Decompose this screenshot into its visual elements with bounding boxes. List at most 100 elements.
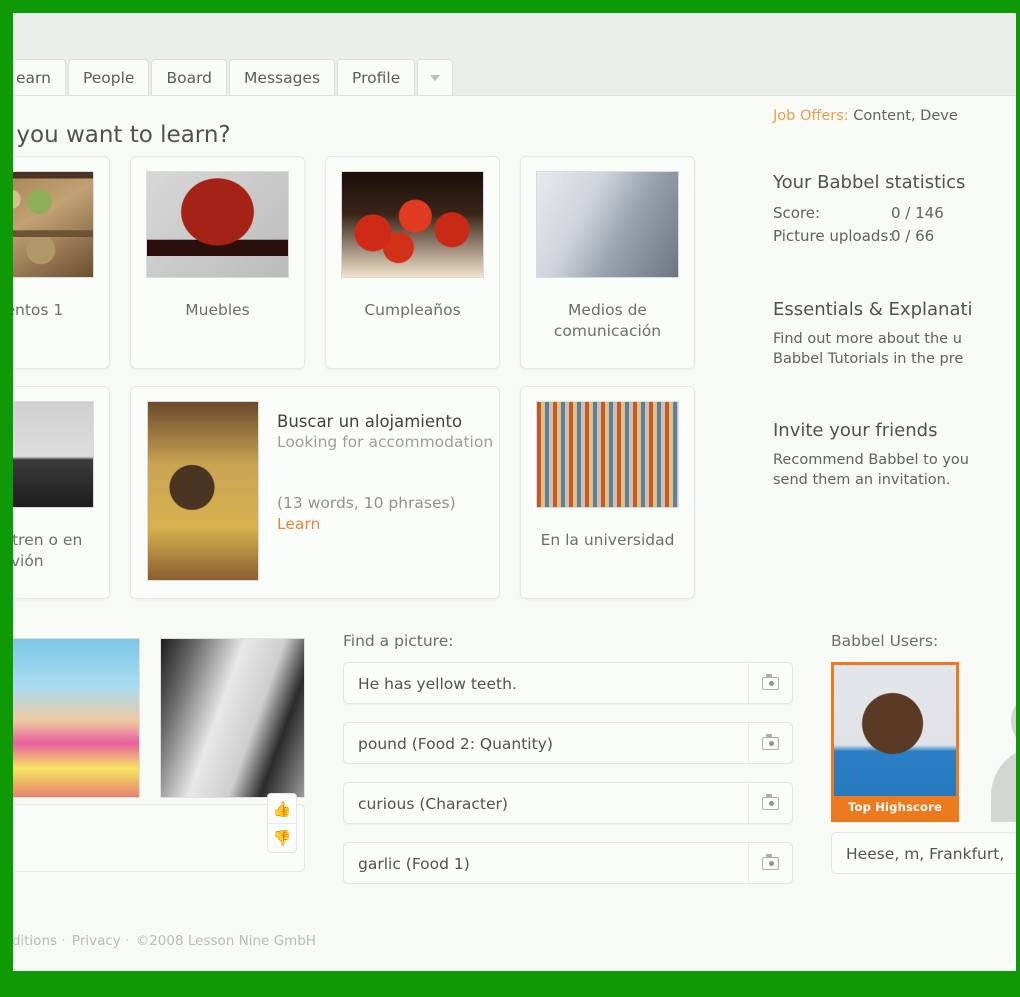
lesson-thumbnail — [147, 401, 259, 581]
navigation-tab-bar: earn People Board Messages Profile — [13, 51, 1016, 96]
find-picture-text: pound (Food 2: Quantity) — [358, 735, 553, 753]
lesson-card-row: limentos 1 Muebles Cumpleaños Medios de … — [13, 156, 745, 369]
essentials-line-1: Find out more about the u — [773, 330, 962, 347]
lesson-card-title: En la universidad — [540, 531, 675, 549]
page-title: o you want to learn? — [13, 122, 231, 148]
lesson-card-medios[interactable]: Medios de comunicación — [520, 156, 695, 369]
find-picture-row[interactable]: pound (Food 2: Quantity) — [343, 722, 793, 764]
essentials-block: Essentials & Explanati Find out more abo… — [773, 299, 1016, 370]
tab-people[interactable]: People — [67, 59, 150, 95]
green-border-frame: earn People Board Messages Profile o you… — [0, 0, 1020, 997]
gallery-rating-bar: 👍 👎 — [13, 793, 305, 872]
lesson-thumbnail — [536, 171, 679, 278]
chevron-down-icon — [430, 75, 441, 81]
find-picture-row[interactable]: curious (Character) — [343, 782, 793, 824]
rating-buttons: 👍 👎 — [267, 793, 297, 853]
tab-label: Board — [166, 69, 213, 87]
thumbs-up-icon[interactable]: 👍 — [268, 794, 296, 823]
find-picture-text: He has yellow teeth. — [358, 675, 517, 693]
lesson-card-muebles[interactable]: Muebles — [130, 156, 305, 369]
gallery-image[interactable] — [13, 638, 140, 798]
camera-button[interactable] — [748, 723, 792, 763]
essentials-line-2: Babbel Tutorials in the pre — [773, 351, 964, 368]
statistics-title: Your Babbel statistics — [773, 172, 966, 193]
essentials-title: Essentials & Explanati — [773, 298, 973, 320]
footer-copyright: ©2008 Lesson Nine GmbH — [135, 933, 316, 949]
lesson-thumbnail — [13, 171, 94, 278]
tab-overflow-dropdown[interactable] — [417, 59, 454, 95]
featured-title: Buscar un alojamiento — [277, 412, 463, 431]
stat-value: 0 / 66 — [891, 227, 935, 246]
find-picture-text: curious (Character) — [358, 795, 508, 813]
lesson-thumbnail — [536, 401, 679, 508]
footer-separator: · — [125, 933, 130, 949]
main-content: o you want to learn? limentos 1 Muebles … — [13, 96, 1016, 971]
find-picture-text: garlic (Food 1) — [358, 855, 470, 873]
invite-title: Invite your friends — [773, 419, 938, 441]
footer-link-terms[interactable]: onditions — [13, 933, 57, 949]
camera-button[interactable] — [748, 783, 792, 823]
user-name-label: Heese, m, Frankfurt, — [831, 832, 1016, 874]
lesson-thumbnail — [146, 171, 289, 278]
find-a-picture-label: Find a picture: — [343, 632, 454, 650]
status-badge: Top Highscore — [834, 796, 956, 819]
user-silhouette-icon[interactable] — [977, 662, 1016, 822]
invite-line-1: Recommend Babbel to you — [773, 451, 969, 468]
tab-board[interactable]: Board — [151, 59, 228, 95]
lesson-card-title: Medios de comunicación — [553, 301, 662, 340]
picture-gallery: 👍 👎 — [13, 638, 305, 872]
statistics-block: Your Babbel statistics Score: 0 / 146 Pi… — [773, 172, 1016, 249]
lesson-card-row: jar en tren o en avión Buscar un alojami… — [13, 386, 745, 599]
stat-key: Picture uploads: — [773, 227, 894, 246]
silhouette-body — [991, 746, 1016, 822]
camera-icon — [762, 854, 779, 870]
find-a-picture-panel: Find a picture: He has yellow teeth. pou… — [343, 632, 793, 902]
babbel-users-panel: Babbel Users: Top Highscore Heese, m, Fr… — [831, 632, 1016, 874]
lesson-card-cumpleanos[interactable]: Cumpleaños — [325, 156, 500, 369]
lesson-card-title: jar en tren o en avión — [13, 531, 83, 570]
lesson-card-title: Cumpleaños — [364, 301, 461, 319]
lesson-card-viajar[interactable]: jar en tren o en avión — [13, 386, 110, 599]
camera-icon — [762, 674, 779, 690]
tab-label: earn — [16, 69, 51, 87]
job-offers-body[interactable]: Content, Deve — [853, 108, 957, 124]
tab-label: People — [82, 69, 135, 87]
silhouette-head — [1011, 692, 1016, 750]
lesson-card-grid: limentos 1 Muebles Cumpleaños Medios de … — [13, 156, 745, 616]
top-user-avatar[interactable]: Top Highscore — [831, 662, 959, 822]
tab-learn[interactable]: earn — [13, 59, 66, 95]
lesson-card-featured[interactable]: Buscar un alojamiento Looking for accomm… — [130, 386, 500, 599]
lesson-thumbnail — [341, 171, 484, 278]
lesson-card-title: limentos 1 — [13, 301, 64, 319]
statistics-row-uploads: Picture uploads: 0 / 66 — [773, 225, 1016, 248]
job-offers-label: Job Offers: — [773, 108, 849, 124]
babbel-users-label: Babbel Users: — [831, 632, 939, 650]
tab-profile[interactable]: Profile — [337, 59, 416, 95]
learn-link[interactable]: Learn — [277, 515, 493, 533]
gallery-image[interactable] — [160, 638, 305, 798]
tab-label: Profile — [352, 69, 401, 87]
statistics-row-score: Score: 0 / 146 — [773, 202, 1016, 225]
featured-word-count: (13 words, 10 phrases) — [277, 494, 456, 513]
footer-link-privacy[interactable]: Privacy — [72, 933, 121, 949]
right-sidebar: Job Offers: Content, Deve Your Babbel st… — [773, 108, 1016, 541]
footer-separator: · — [61, 933, 66, 949]
tab-label: Messages — [244, 69, 321, 87]
camera-button[interactable] — [748, 843, 792, 883]
invite-block: Invite your friends Recommend Babbel to … — [773, 420, 1016, 491]
stat-value: 0 / 146 — [891, 204, 944, 222]
camera-icon — [762, 794, 779, 810]
camera-icon — [762, 734, 779, 750]
lesson-card-title: Muebles — [185, 301, 250, 319]
find-picture-row[interactable]: He has yellow teeth. — [343, 662, 793, 704]
lesson-card-alimentos[interactable]: limentos 1 — [13, 156, 110, 369]
lesson-card-universidad[interactable]: En la universidad — [520, 386, 695, 599]
featured-translation: Looking for accommodation — [277, 433, 494, 451]
thumbs-down-icon[interactable]: 👎 — [268, 823, 296, 852]
camera-button[interactable] — [748, 663, 792, 703]
tab-messages[interactable]: Messages — [229, 59, 336, 95]
page-viewport: earn People Board Messages Profile o you… — [13, 13, 1016, 971]
lesson-thumbnail — [13, 401, 94, 508]
invite-line-2: send them an invitation. — [773, 472, 951, 489]
find-picture-row[interactable]: garlic (Food 1) — [343, 842, 793, 884]
